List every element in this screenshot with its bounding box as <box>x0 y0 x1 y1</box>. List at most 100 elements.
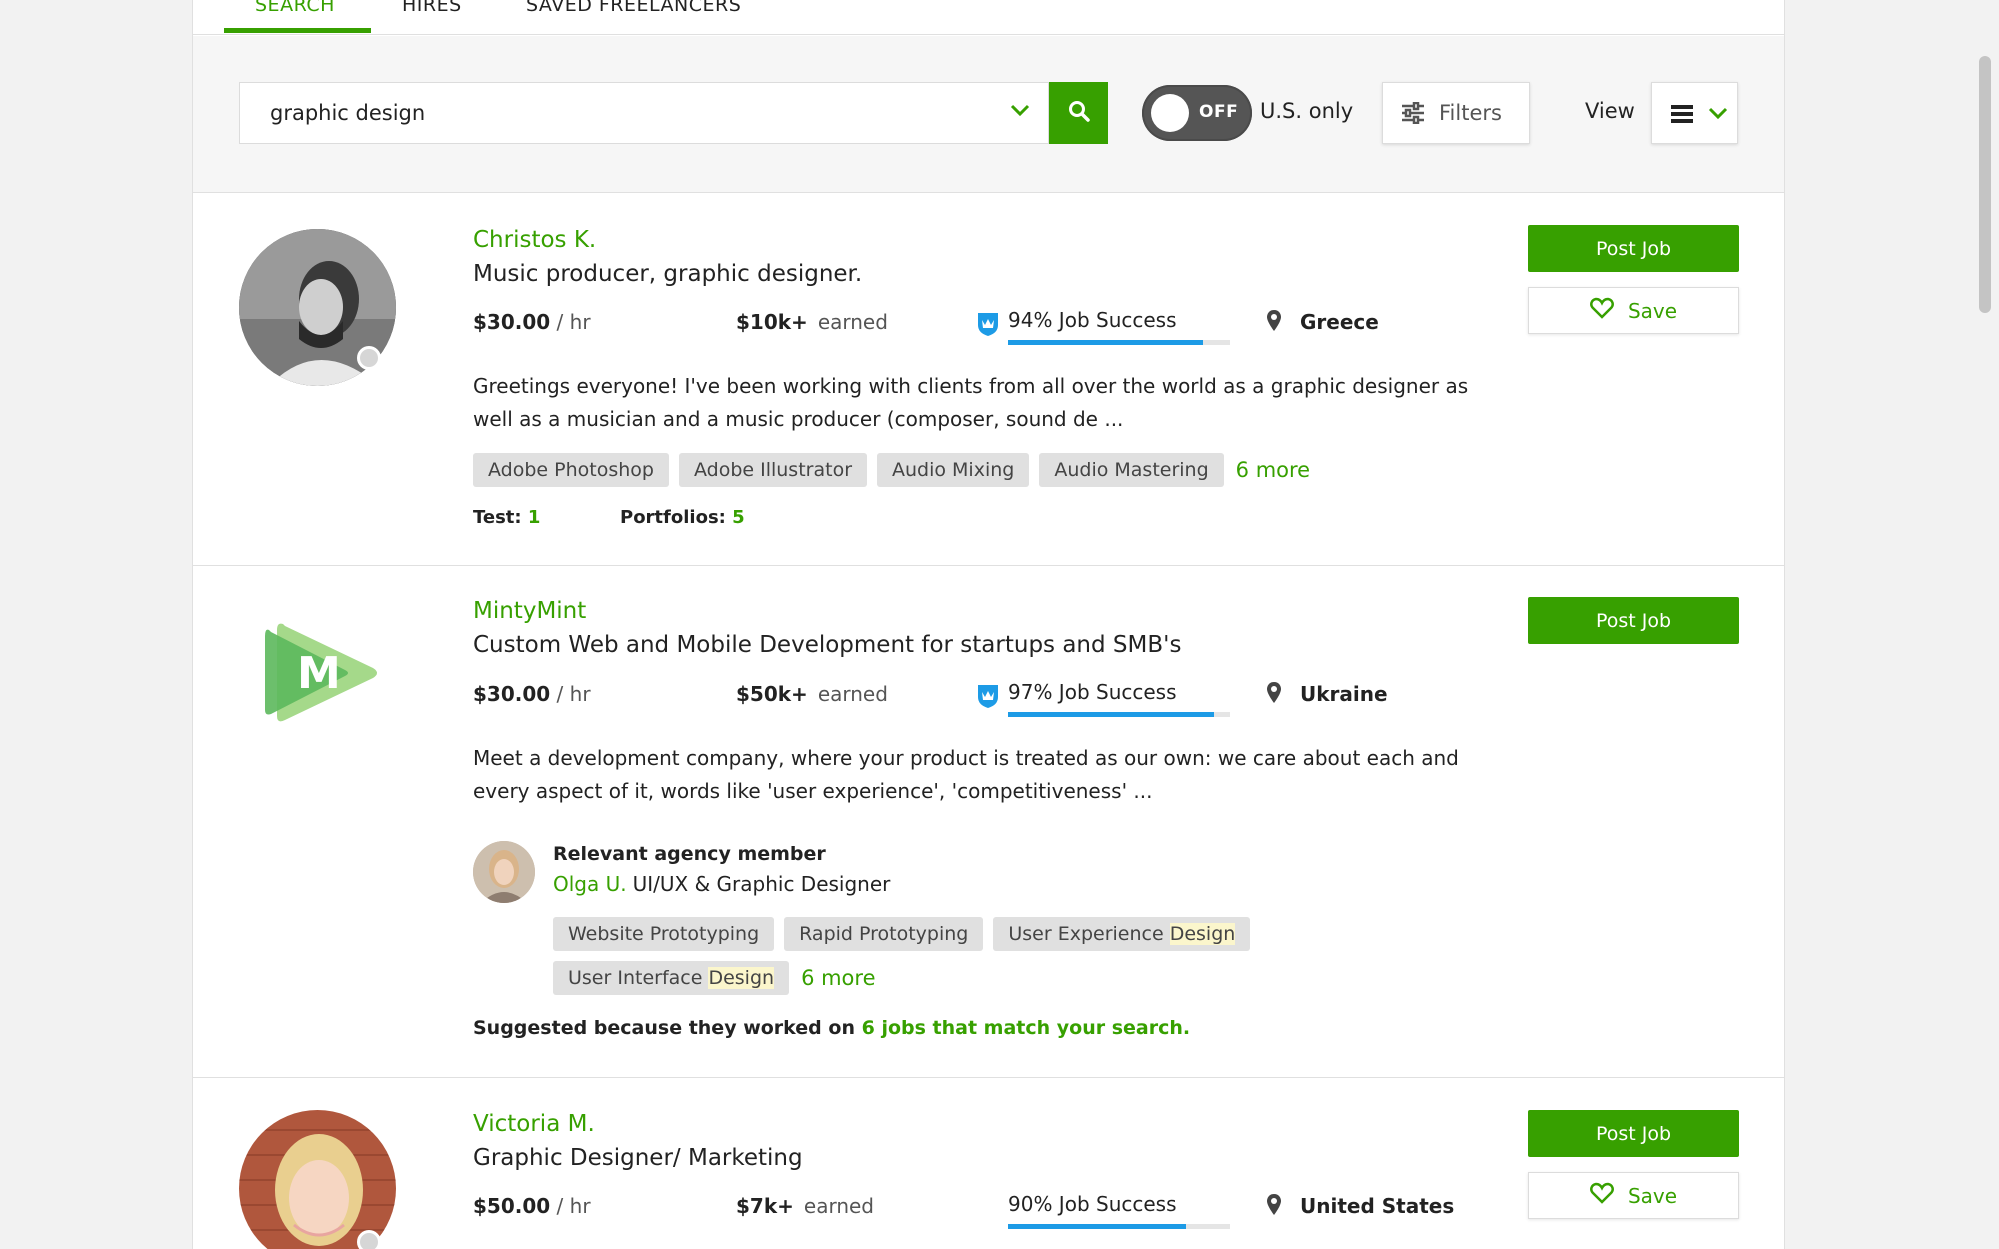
hourly-rate: $30.00 / hr <box>473 682 591 706</box>
job-success-score: 90% Job Success <box>1008 1192 1177 1216</box>
save-button[interactable]: Save <box>1528 287 1739 334</box>
results-page: SEARCH HIRES SAVED FREELANCERS OFF U.S. … <box>192 0 1785 1249</box>
agency-location: Ukraine <box>1300 682 1388 706</box>
earned-label: earned <box>817 310 888 334</box>
hourly-rate: $50.00 / hr <box>473 1194 591 1218</box>
view-label: View <box>1585 99 1635 123</box>
skill-tag[interactable]: Audio Mastering <box>1039 453 1224 487</box>
rate-unit: / hr <box>556 682 591 706</box>
sliders-icon <box>1401 101 1425 128</box>
save-label: Save <box>1627 298 1678 323</box>
freelancer-description: Greetings everyone! I've been working wi… <box>473 374 1469 431</box>
freelancer-title: Music producer, graphic designer. <box>473 261 863 287</box>
freelancer-title: Graphic Designer/ Marketing <box>473 1145 803 1171</box>
active-tab-indicator <box>224 28 371 33</box>
portfolios-value[interactable]: 5 <box>732 507 745 528</box>
skill-tag[interactable]: Adobe Photoshop <box>473 453 669 487</box>
post-job-button[interactable]: Post Job <box>1528 225 1739 272</box>
rate-unit: / hr <box>556 310 591 334</box>
search-highlight: Design <box>1169 923 1236 945</box>
search-field <box>239 82 1049 144</box>
location-pin-icon <box>1266 1193 1282 1221</box>
rate-value: $30.00 <box>473 682 551 706</box>
job-success-bar-fill <box>1008 712 1215 717</box>
job-success-bar <box>1008 340 1230 345</box>
freelancer-card: Victoria M. Graphic Designer/ Marketing … <box>193 1078 1784 1249</box>
filters-button[interactable]: Filters <box>1382 82 1530 144</box>
post-job-button[interactable]: Post Job <box>1528 1110 1739 1157</box>
hourly-rate: $30.00 / hr <box>473 310 591 334</box>
earned-label: earned <box>803 1194 874 1218</box>
earned-value: $10k+ <box>736 310 808 334</box>
skill-tag[interactable]: User Interface Design <box>553 961 790 995</box>
freelancer-name[interactable]: Victoria M. <box>473 1111 595 1137</box>
location-pin-icon <box>1266 681 1282 709</box>
freelancer-name[interactable]: Christos K. <box>473 227 596 253</box>
skill-tag[interactable]: Rapid Prototyping <box>784 917 984 951</box>
avatar[interactable] <box>239 1110 396 1249</box>
tab-search[interactable]: SEARCH <box>255 0 335 16</box>
save-button[interactable]: Save <box>1528 1172 1739 1219</box>
view-toggle-button[interactable] <box>1651 82 1738 144</box>
job-success-bar <box>1008 712 1230 717</box>
agency-card: M MintyMint Custom Web and Mobile Develo… <box>193 566 1784 1078</box>
agency-logo[interactable]: M <box>263 620 385 730</box>
skill-tag[interactable]: Audio Mixing <box>877 453 1030 487</box>
agency-name[interactable]: MintyMint <box>473 598 586 624</box>
top-rated-badge-icon <box>976 683 1000 713</box>
search-bar: OFF U.S. only Filters View <box>193 36 1784 193</box>
skill-tag[interactable]: Website Prototyping <box>553 917 775 951</box>
filters-label: Filters <box>1439 101 1502 125</box>
total-earned: $10k+ earned <box>736 310 888 334</box>
search-button[interactable] <box>1049 82 1108 144</box>
chevron-down-icon[interactable] <box>1010 102 1030 121</box>
total-earned: $50k+ earned <box>736 682 888 706</box>
more-skills-link[interactable]: 6 more <box>1236 458 1310 482</box>
us-only-toggle[interactable]: OFF <box>1142 85 1252 141</box>
earned-value: $50k+ <box>736 682 808 706</box>
search-highlight: Design <box>708 967 775 989</box>
tab-bar: SEARCH HIRES SAVED FREELANCERS <box>193 0 1784 35</box>
job-success-score: 97% Job Success <box>1008 680 1177 704</box>
tests-value[interactable]: 1 <box>528 507 541 528</box>
list-view-icon <box>1670 103 1694 129</box>
skill-tag[interactable]: Adobe Illustrator <box>678 453 867 487</box>
toggle-knob <box>1151 94 1189 132</box>
tab-hires[interactable]: HIRES <box>402 0 462 16</box>
matching-jobs-link[interactable]: 6 jobs that match your search. <box>862 1017 1191 1039</box>
heart-icon <box>1590 1182 1614 1209</box>
online-status-dot <box>357 1230 381 1249</box>
heart-icon <box>1590 297 1614 324</box>
rate-value: $50.00 <box>473 1194 551 1218</box>
agency-description: Meet a development company, where your p… <box>473 746 1459 803</box>
chevron-down-icon <box>1708 105 1728 124</box>
skills-list: Adobe Photoshop Adobe Illustrator Audio … <box>473 453 1310 487</box>
location-pin-icon <box>1266 309 1282 337</box>
agency-member: Olga U. UI/UX & Graphic Designer <box>553 872 890 896</box>
freelancer-location: Greece <box>1300 310 1379 334</box>
tab-saved-freelancers[interactable]: SAVED FREELANCERS <box>526 0 741 16</box>
agency-member-name[interactable]: Olga U. <box>553 872 627 896</box>
skill-tag[interactable]: User Experience Design <box>993 917 1251 951</box>
search-input[interactable] <box>240 83 1000 143</box>
post-job-button[interactable]: Post Job <box>1528 597 1739 644</box>
portfolios-count: Portfolios: 5 <box>620 507 745 528</box>
suggestion-text: Suggested because they worked on <box>473 1017 855 1039</box>
scrollbar-thumb[interactable] <box>1979 56 1991 313</box>
agency-logo-letter: M <box>297 648 341 699</box>
agency-member-heading: Relevant agency member <box>553 843 826 865</box>
agency-skills-list: Website Prototyping Rapid Prototyping Us… <box>553 917 1313 995</box>
rate-unit: / hr <box>556 1194 591 1218</box>
tests-label: Test: <box>473 507 522 528</box>
agency-member-avatar[interactable] <box>473 841 535 903</box>
agency-title: Custom Web and Mobile Development for st… <box>473 632 1182 658</box>
tests-count: Test: 1 <box>473 507 540 528</box>
job-success-bar-fill <box>1008 340 1204 345</box>
toggle-state: OFF <box>1199 102 1239 122</box>
earned-value: $7k+ <box>736 1194 794 1218</box>
save-label: Save <box>1627 1183 1678 1208</box>
us-only-label: U.S. only <box>1260 99 1354 123</box>
top-rated-badge-icon <box>976 311 1000 341</box>
search-icon <box>1068 100 1090 126</box>
more-skills-link[interactable]: 6 more <box>801 966 875 990</box>
